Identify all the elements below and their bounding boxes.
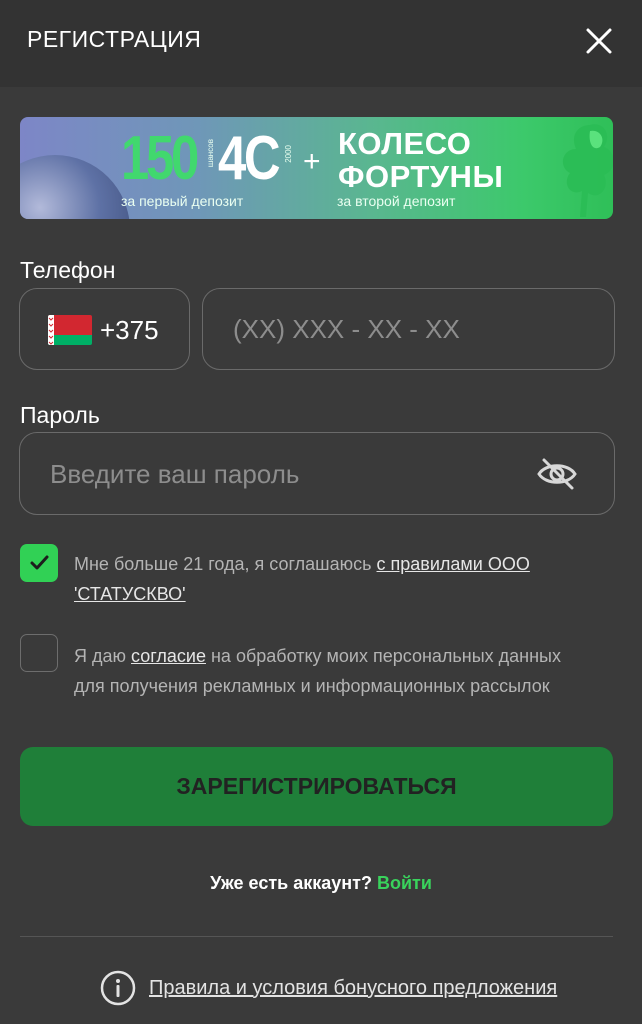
ball-graphic (20, 155, 130, 219)
banner-wheel-line-2: ФОРТУНЫ (338, 159, 504, 194)
eye-slash-icon[interactable] (536, 455, 578, 493)
divider (20, 936, 613, 937)
close-icon[interactable] (580, 22, 618, 60)
login-link[interactable]: Войти (377, 873, 432, 893)
bonus-rules-row: Правила и условия бонусного предложения (100, 970, 557, 1006)
banner-wheel-title: КОЛЕСО ФОРТУНЫ (338, 127, 503, 193)
marketing-consent-checkbox[interactable] (20, 634, 58, 672)
phone-label: Телефон (20, 257, 116, 283)
banner-caption-1: за первый депозит (121, 193, 244, 209)
marketing-consent-text: Я даю согласие на обработку моих персона… (74, 641, 594, 701)
banner-amount-2: 4С (218, 124, 281, 193)
phone-field[interactable] (202, 288, 615, 370)
banner-amount-1: 150 (121, 124, 199, 193)
info-icon (100, 970, 136, 1006)
register-button[interactable]: ЗАРЕГИСТРИРОВАТЬСЯ (20, 747, 613, 826)
header: РЕГИСТРАЦИЯ (0, 0, 642, 87)
bonus-rules-link[interactable]: Правила и условия бонусного предложения (149, 977, 557, 1000)
country-code: +375 (100, 315, 159, 345)
page-title: РЕГИСТРАЦИЯ (27, 26, 202, 52)
banner-amount-2-unit: 2000 (284, 145, 293, 163)
age-consent-label: Мне больше 21 года, я соглашаюсь (74, 554, 377, 574)
marketing-consent-label-before: Я даю (74, 646, 132, 666)
country-code-select[interactable]: +375 (19, 288, 190, 370)
belarus-flag-icon (48, 315, 92, 345)
age-consent-text: Мне больше 21 года, я соглашаюсь с прави… (74, 549, 594, 609)
password-input[interactable] (50, 456, 510, 492)
banner-caption-2: за второй депозит (337, 193, 456, 209)
clover-icon (562, 124, 613, 217)
phone-input[interactable] (233, 311, 593, 347)
age-consent-checkbox[interactable] (20, 544, 58, 582)
banner-amount-1-unit: шансов (206, 139, 215, 168)
login-prompt: Уже есть аккаунт? (210, 873, 377, 893)
consent-link[interactable]: согласие (131, 646, 206, 666)
password-field[interactable] (19, 432, 615, 515)
checkmark-icon (30, 555, 49, 570)
banner-plus: + (303, 145, 321, 178)
password-label: Пароль (20, 402, 100, 428)
promo-banner[interactable]: 150 шансов 4С 2000 + КОЛЕСО ФОРТУНЫ за п… (20, 117, 613, 219)
banner-wheel-line-1: КОЛЕСО (338, 126, 472, 161)
login-row: Уже есть аккаунт? Войти (0, 873, 642, 894)
